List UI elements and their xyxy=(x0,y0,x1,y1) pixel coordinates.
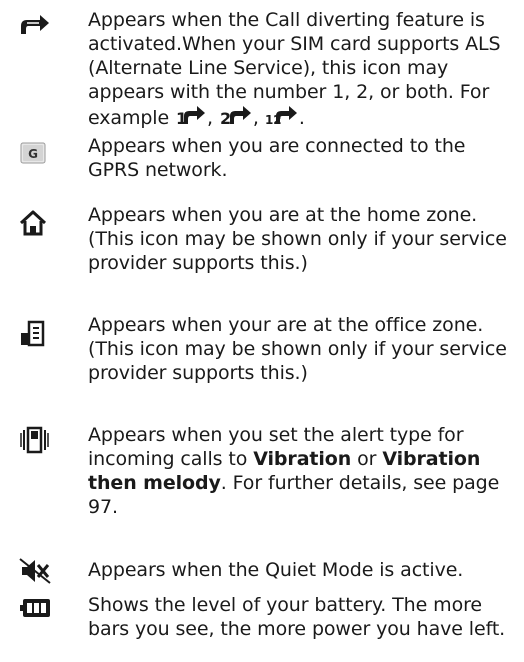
quiet-mode-icon xyxy=(18,556,52,586)
entry-battery-text: Shows the level of your battery. The mor… xyxy=(88,594,506,640)
entry-home-zone-text: Appears when you are at the home zone. (… xyxy=(88,204,507,274)
entry-call-divert-text: Appears when the Call diverting feature … xyxy=(88,8,512,134)
entry-gprs-text: Appears when you are connected to the GP… xyxy=(88,135,466,181)
line-2-label: 2 xyxy=(220,109,231,128)
entry-quiet-mode-text: Appears when the Quiet Mode is active. xyxy=(88,559,464,581)
office-zone-icon xyxy=(18,319,52,349)
gprs-icon: G xyxy=(18,140,52,170)
both-lines-divert-icon: 12 xyxy=(265,104,299,134)
battery-icon xyxy=(18,595,52,625)
line-2-divert-icon: 2 xyxy=(219,104,253,134)
entry-office-zone-text: Appears when your are at the office zone… xyxy=(88,314,507,384)
vibration-icon xyxy=(18,425,52,455)
gprs-letter: G xyxy=(28,147,38,161)
entry-vibration-text: Appears when you set the alert type for … xyxy=(88,424,500,518)
line-1-divert-icon: 1 xyxy=(175,104,207,134)
both-lines-label: 12 xyxy=(265,113,282,127)
line-1-label: 1 xyxy=(176,109,187,128)
call-divert-icon xyxy=(18,12,52,42)
vibration-option: Vibration xyxy=(253,448,352,470)
home-zone-icon xyxy=(18,209,52,239)
